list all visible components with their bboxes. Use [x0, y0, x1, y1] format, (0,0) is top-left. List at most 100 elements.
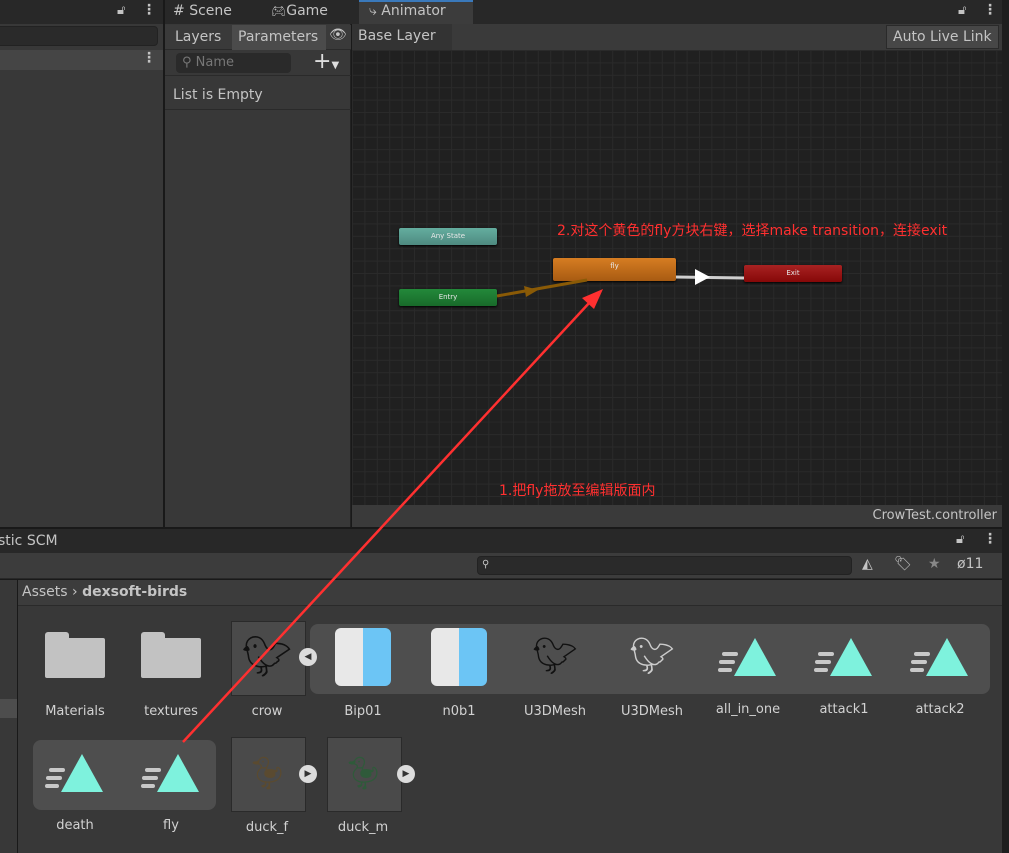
hierarchy-panel: ⋮	[0, 24, 163, 527]
asset-label: death	[56, 818, 94, 833]
asset-death[interactable]: death	[27, 752, 123, 833]
animation-clip-icon	[814, 636, 874, 680]
asset-materials[interactable]: Materials	[27, 632, 123, 719]
asset-label: U3DMesh	[523, 704, 587, 719]
asset-label: Bip01	[344, 704, 382, 719]
wireframe-mesh-icon: 🐦︎	[629, 636, 675, 677]
breadcrumb-assets[interactable]: Assets	[22, 584, 68, 600]
hidden-packages-toggle[interactable]: ø11	[957, 556, 983, 572]
list-empty-label: List is Empty	[173, 87, 263, 103]
grid-icon: #	[173, 3, 185, 19]
hierarchy-tabbar: 🔓︎ ⋮	[0, 0, 163, 24]
asset-all-in-one[interactable]: all_in_one	[700, 636, 796, 717]
crow-model-icon: 🐦︎	[241, 634, 293, 680]
annotation-step2: 2.对这个黄色的fly方块右键，选择make transition，连接exit	[557, 223, 948, 239]
filter-by-type-icon[interactable]: ◭	[862, 556, 873, 572]
asset-u3dmesh-2[interactable]: 🐦︎ U3DMesh	[604, 632, 700, 719]
asset-label: textures	[144, 704, 198, 719]
project-breadcrumb: Assets › dexsoft-birds	[18, 580, 1002, 606]
subtab-parameters[interactable]: Parameters	[232, 25, 326, 50]
auto-live-link-button[interactable]: Auto Live Link	[886, 25, 999, 49]
asset-label: crow	[251, 704, 283, 719]
tab-plastic-scm[interactable]: stic SCM	[0, 533, 58, 549]
fly-exit-transition[interactable]	[675, 275, 745, 280]
gamepad-icon: 🎮︎	[271, 4, 287, 18]
asset-label: n0b1	[442, 704, 476, 719]
project-search[interactable]: ⚲	[477, 556, 852, 575]
arrow-icon	[695, 269, 710, 285]
lock-icon[interactable]: 🔓︎	[117, 3, 125, 18]
hierarchy-scene-row[interactable]: ⋮	[0, 50, 163, 70]
tab-scene[interactable]: # Scene	[173, 3, 232, 19]
asset-label: all_in_one	[715, 702, 781, 717]
project-toolbar: ⚲ ◭ 🏷︎ ★ ø11	[0, 553, 1002, 579]
mesh-cube-icon	[431, 628, 487, 686]
star-icon[interactable]: ★	[928, 556, 941, 572]
tab-game[interactable]: 🎮︎Game	[271, 3, 328, 19]
tab-bar: # Scene 🎮︎Game ⤷ Animator 🔓︎ ⋮	[165, 0, 1009, 24]
chevron-down-icon: ▼	[331, 60, 340, 71]
parameters-panel: Layers Parameters 👁︎ ⚲ Name +▼ List is E…	[165, 24, 351, 527]
annotation-step1: 1.把fly拖放至编辑版面内	[499, 483, 656, 499]
controller-name: CrowTest.controller	[872, 508, 997, 523]
tab-label: Animator	[381, 3, 446, 19]
project-folder-tree	[0, 580, 17, 853]
lock-icon[interactable]: 🔓︎	[958, 3, 966, 18]
add-parameter-button[interactable]: +▼	[313, 49, 339, 74]
folder-icon	[45, 632, 105, 678]
folder-icon	[141, 632, 201, 678]
search-placeholder: Name	[195, 55, 235, 70]
asset-label: attack1	[819, 702, 869, 717]
tab-label: Scene	[189, 3, 232, 19]
label-icon[interactable]: 🏷︎	[894, 556, 912, 572]
animation-clip-icon	[45, 752, 105, 796]
asset-crow[interactable]: 🐦︎ crow	[219, 632, 315, 719]
asset-n0b1[interactable]: n0b1	[411, 628, 507, 719]
parameter-search[interactable]: ⚲ Name	[176, 53, 291, 73]
hierarchy-search[interactable]	[0, 26, 158, 46]
animator-toolbar: Base Layer Auto Live Link	[352, 24, 1002, 50]
asset-label: Materials	[45, 704, 105, 719]
kebab-icon[interactable]: ⋮	[142, 50, 156, 66]
animation-clip-icon	[141, 752, 201, 796]
subtab-layers[interactable]: Layers	[169, 25, 231, 50]
asset-label: U3DMesh	[620, 704, 684, 719]
asset-textures[interactable]: textures	[123, 632, 219, 719]
hidden-count: 11	[965, 556, 984, 572]
mesh-cube-icon	[335, 628, 391, 686]
breadcrumb-dexsoft-birds[interactable]: dexsoft-birds	[82, 584, 187, 600]
tab-label: Game	[286, 3, 328, 19]
asset-bip01[interactable]: Bip01	[315, 628, 411, 719]
asset-label: fly	[163, 818, 179, 833]
kebab-icon[interactable]: ⋮	[983, 2, 997, 18]
asset-attack2[interactable]: attack2	[892, 636, 988, 717]
asset-duck-f[interactable]: 🦆︎ duck_f	[219, 748, 315, 835]
asset-label: attack2	[915, 702, 965, 717]
selected-folder[interactable]	[0, 699, 17, 718]
entry-transition[interactable]	[496, 278, 588, 298]
asset-fly[interactable]: fly	[123, 752, 219, 833]
crow-mesh-icon: 🐦︎	[532, 636, 578, 677]
project-tabbar: stic SCM 🔓︎ ⋮	[0, 529, 1002, 553]
tab-animator[interactable]: ⤷ Animator	[359, 0, 473, 24]
lock-icon[interactable]: 🔓︎	[956, 532, 964, 547]
kebab-icon[interactable]: ⋮	[142, 2, 156, 18]
asset-duck-m[interactable]: 🦆︎ duck_m	[315, 748, 411, 835]
asset-u3dmesh-1[interactable]: 🐦︎ U3DMesh	[507, 632, 603, 719]
search-icon: ⚲	[182, 55, 192, 70]
kebab-icon[interactable]: ⋮	[983, 531, 997, 547]
search-icon: ⚲	[482, 559, 490, 570]
transitions	[496, 269, 745, 298]
eye-slash-icon: ø	[957, 556, 966, 572]
asset-label: duck_f	[245, 820, 289, 835]
asset-label: duck_m	[337, 820, 389, 835]
animator-icon: ⤷	[369, 3, 377, 19]
animator-graph[interactable]: Any State Entry fly Exit 2.对这个黄色的fly方块右键…	[352, 50, 1002, 505]
asset-attack1[interactable]: attack1	[796, 636, 892, 717]
duck-model-icon: 🦆︎	[246, 754, 288, 792]
animator-footer: CrowTest.controller	[352, 505, 1002, 527]
duck-model-icon: 🦆︎	[342, 754, 384, 792]
animation-clip-icon	[718, 636, 778, 680]
eye-icon[interactable]: 👁︎	[329, 27, 347, 43]
breadcrumb-base-layer[interactable]: Base Layer	[352, 24, 452, 50]
